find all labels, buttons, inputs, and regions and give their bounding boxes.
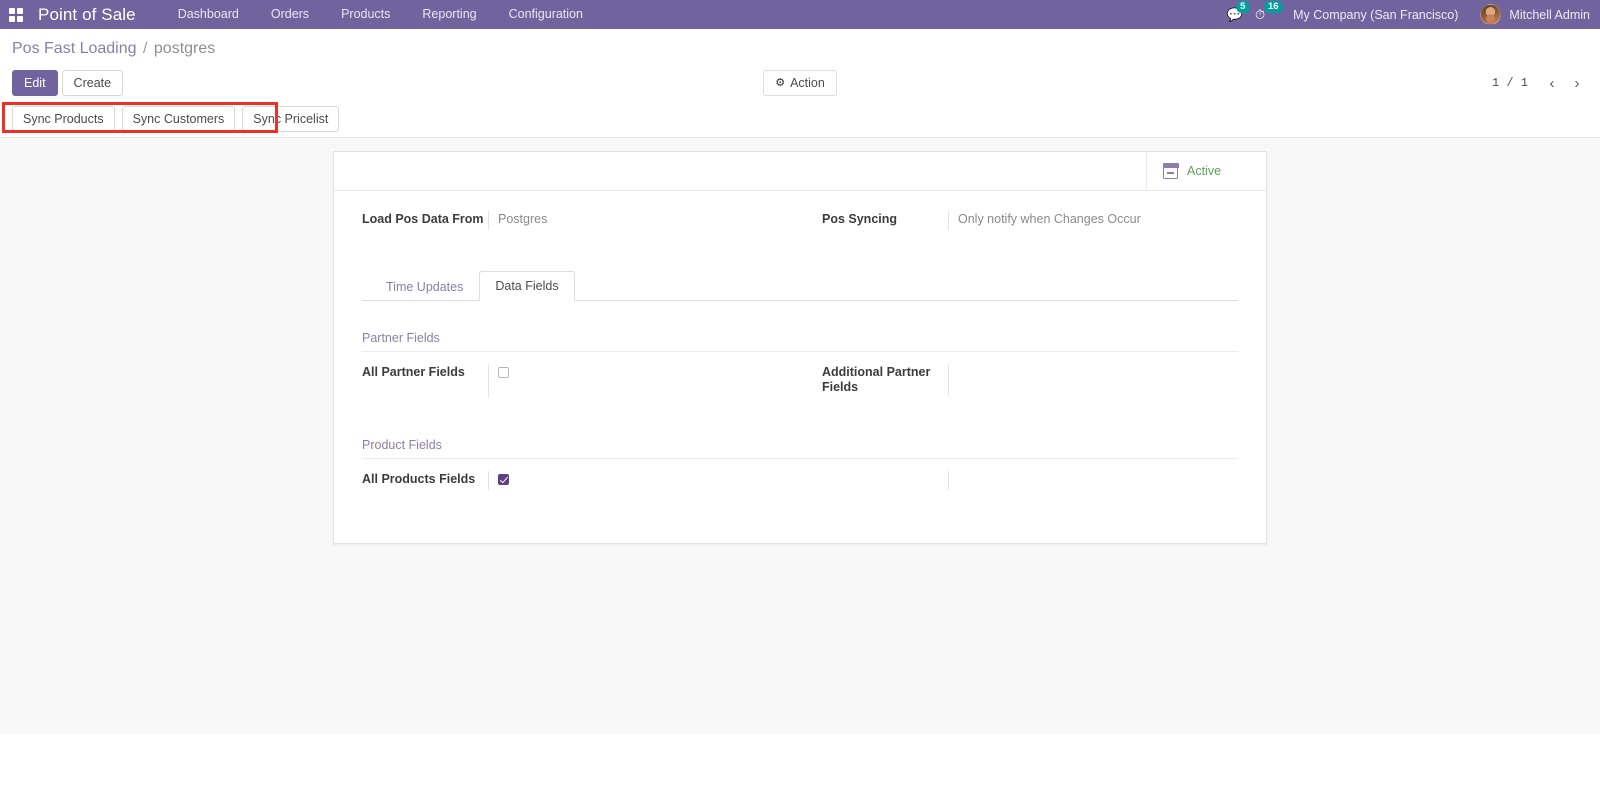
gear-icon: ⚙: [775, 76, 786, 89]
clock-icon: ⏱: [1254, 7, 1266, 22]
field-value-additional-product-fields[interactable]: [948, 471, 1238, 490]
field-load-pos-data-from: Load Pos Data From Postgres: [362, 211, 778, 233]
control-panel-buttons-row: Edit Create ⚙ Action 1 / 1 ‹ ›: [0, 61, 1600, 99]
field-additional-product-fields: [822, 471, 1238, 493]
notebook: Time Updates Data Fields Partner Fields …: [362, 271, 1238, 507]
field-all-products-fields: All Products Fields: [362, 471, 778, 493]
field-label-all-products-fields: All Products Fields: [362, 472, 476, 486]
user-menu[interactable]: Mitchell Admin: [1472, 4, 1590, 25]
checkbox-all-partner-fields[interactable]: [498, 367, 509, 378]
menu-item-configuration[interactable]: Configuration: [493, 0, 599, 29]
menu-item-reporting[interactable]: Reporting: [406, 0, 492, 29]
tab-data-fields[interactable]: Data Fields: [479, 271, 575, 301]
breadcrumb: Pos Fast Loading / postgres: [12, 40, 1600, 58]
pager-next-button[interactable]: ›: [1566, 72, 1588, 94]
field-value-all-products-fields: [488, 471, 778, 490]
group-partner-fields: Partner Fields All Partner Fields Additi…: [362, 331, 1238, 412]
user-name-label: Mitchell Admin: [1509, 7, 1590, 22]
stat-button-bar: Active: [334, 152, 1266, 191]
edit-button[interactable]: Edit: [12, 70, 58, 96]
pager-value: 1 / 1: [1491, 76, 1528, 90]
field-value-all-partner-fields: [488, 364, 778, 398]
field-value-additional-partner-fields[interactable]: [948, 364, 1238, 396]
messages-counter: 5: [1235, 1, 1250, 13]
menu-item-orders[interactable]: Orders: [255, 0, 325, 29]
sync-pricelist-button[interactable]: Sync Pricelist: [242, 106, 340, 132]
field-additional-partner-fields: Additional Partner Fields: [822, 364, 1238, 398]
archive-box-icon: [1162, 163, 1179, 179]
field-label-additional-partner-fields: Additional Partner Fields: [822, 365, 931, 394]
sync-customers-button[interactable]: Sync Customers: [121, 106, 236, 132]
apps-grid-icon: [9, 7, 23, 22]
breadcrumb-root[interactable]: Pos Fast Loading: [12, 40, 137, 57]
sync-buttons-row: Sync Products Sync Customers Sync Pricel…: [0, 99, 1600, 138]
navbar-right-section: 💬 5 ⏱ 16 My Company (San Francisco) Mitc…: [1221, 0, 1590, 29]
company-switcher[interactable]: My Company (San Francisco): [1271, 8, 1472, 22]
breadcrumb-row: Pos Fast Loading / postgres: [0, 29, 1600, 61]
activities-counter: 16: [1263, 1, 1283, 13]
product-fields-grid: All Products Fields: [362, 471, 1238, 507]
pager: 1 / 1 ‹ ›: [1492, 72, 1588, 94]
checkbox-all-products-fields[interactable]: [498, 474, 509, 485]
field-value-pos-syncing[interactable]: Only notify when Changes Occur: [948, 211, 1238, 230]
sync-products-button[interactable]: Sync Products: [12, 106, 115, 132]
active-status-label: Active: [1187, 164, 1222, 178]
action-menu-wrapper: ⚙ Action: [0, 70, 1600, 96]
top-field-grid: Load Pos Data From Postgres Pos Syncing …: [362, 211, 1238, 247]
partner-fields-grid: All Partner Fields Additional Partner Fi…: [362, 364, 1238, 412]
tab-time-updates[interactable]: Time Updates: [370, 272, 479, 301]
app-brand-title[interactable]: Point of Sale: [38, 5, 136, 25]
menu-item-products[interactable]: Products: [325, 0, 406, 29]
field-value-load-pos-data-from[interactable]: Postgres: [488, 211, 778, 230]
field-label-load-pos-data-from: Load Pos Data From: [362, 212, 484, 226]
breadcrumb-separator: /: [142, 40, 148, 57]
sync-button-group: Sync Products Sync Customers Sync Pricel…: [12, 106, 1588, 132]
action-button[interactable]: ⚙ Action: [763, 70, 837, 96]
field-pos-syncing: Pos Syncing Only notify when Changes Occ…: [822, 211, 1238, 233]
form-sheet: Active Load Pos Data From Postgres Pos S…: [333, 151, 1267, 544]
main-menu: Dashboard Orders Products Reporting Conf…: [162, 0, 599, 29]
control-panel: Pos Fast Loading / postgres Edit Create …: [0, 29, 1600, 138]
top-navbar: Point of Sale Dashboard Orders Products …: [0, 0, 1600, 29]
breadcrumb-current: postgres: [153, 40, 216, 57]
group-product-fields: Product Fields All Products Fields: [362, 438, 1238, 507]
group-title-product-fields: Product Fields: [362, 438, 1238, 459]
apps-menu-button[interactable]: [6, 0, 26, 29]
page-bottom-filler: [0, 734, 1600, 789]
notebook-tab-list: Time Updates Data Fields: [362, 271, 1238, 301]
form-content-area: Active Load Pos Data From Postgres Pos S…: [0, 138, 1600, 734]
pager-previous-button[interactable]: ‹: [1541, 72, 1563, 94]
field-label-pos-syncing: Pos Syncing: [822, 212, 898, 226]
action-button-label: Action: [790, 76, 825, 90]
notebook-page-data-fields: Partner Fields All Partner Fields Additi…: [362, 301, 1238, 507]
active-stat-button[interactable]: Active: [1146, 152, 1266, 190]
group-title-partner-fields: Partner Fields: [362, 331, 1238, 352]
avatar: [1480, 4, 1502, 25]
messages-button[interactable]: 💬 5: [1221, 0, 1250, 29]
field-label-additional-product-fields: [822, 471, 948, 472]
form-sheet-inner: Load Pos Data From Postgres Pos Syncing …: [334, 191, 1266, 543]
field-all-partner-fields: All Partner Fields: [362, 364, 778, 398]
field-label-all-partner-fields: All Partner Fields: [362, 365, 465, 379]
menu-item-dashboard[interactable]: Dashboard: [162, 0, 255, 29]
activities-button[interactable]: ⏱ 16: [1249, 0, 1283, 29]
create-button[interactable]: Create: [61, 70, 124, 96]
